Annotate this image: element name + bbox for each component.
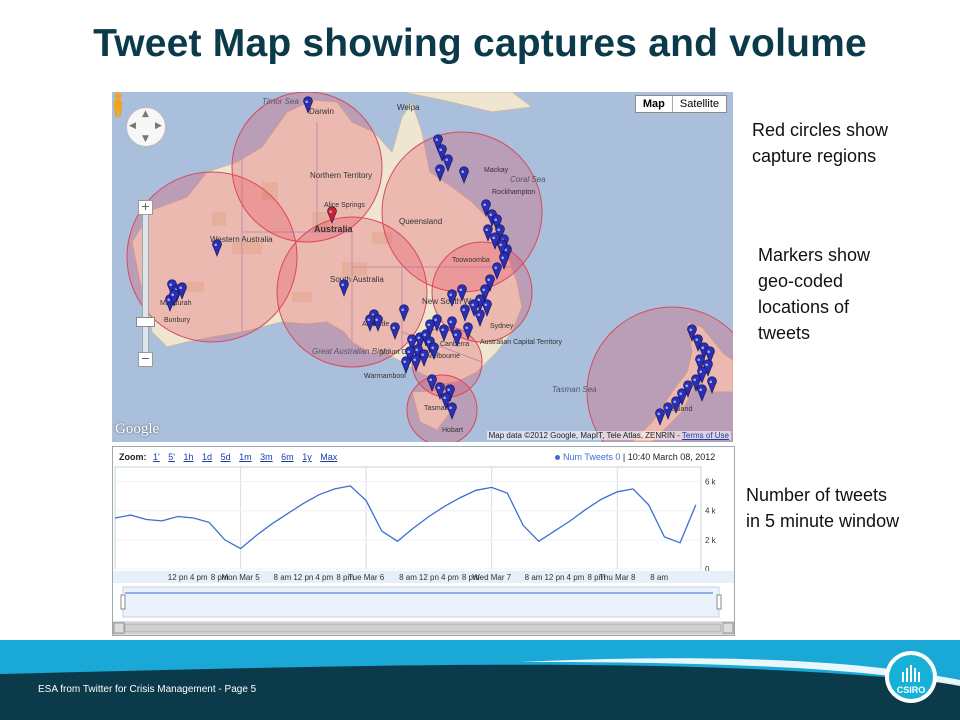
google-logo: Google — [115, 421, 160, 437]
zoom-option-1min[interactable]: 1' — [153, 452, 160, 462]
x-tick-label: Mon Mar 5 — [221, 573, 260, 582]
series-dot-icon — [555, 455, 560, 461]
map-attribution: Map data ©2012 Google, MapIT, Tele Atlas… — [486, 431, 731, 440]
map-canvas[interactable]: Timor Sea Darwin Weipa Northern Territor… — [112, 92, 733, 442]
x-tick-label: 4 pm — [315, 573, 333, 582]
plot-area — [114, 466, 702, 570]
x-tick-label: 8 am — [650, 573, 668, 582]
x-tick-label: Thu Mar 8 — [599, 573, 636, 582]
label-south-australia: South Australia — [330, 275, 384, 284]
zoom-option-1y[interactable]: 1y — [302, 452, 312, 462]
zoom-option-max[interactable]: Max — [320, 452, 337, 462]
zoom-slider-knob[interactable] — [136, 317, 155, 327]
scroll-thumb[interactable] — [124, 623, 722, 633]
x-tick-label: 8 am — [399, 573, 417, 582]
zoom-option-1h[interactable]: 1h — [184, 452, 194, 462]
pan-up-icon[interactable]: ▲ — [142, 109, 149, 119]
label-rockhampton: Rockhampton — [492, 189, 535, 196]
zoom-out-button[interactable]: − — [138, 352, 153, 367]
label-hobart: Hobart — [442, 427, 463, 434]
zoom-option-3m[interactable]: 3m — [260, 452, 273, 462]
note-markers: Markers show geo-coded locations of twee… — [758, 245, 871, 343]
zoom-in-button[interactable]: + — [138, 200, 153, 215]
pan-right-icon[interactable]: ▶ — [155, 121, 162, 131]
label-darwin: Darwin — [309, 107, 334, 116]
label-warrnambool: Warrnambool — [364, 373, 406, 380]
chart-canvas[interactable]: 6 k4 k2 k012 pn 4 pm 8 pmMon Mar 58 am 12 p… — [113, 447, 734, 635]
chart-zoom-bar: Zoom: 1' 5' 1h 1d 5d 1m 3m 6m 1y Max — [119, 452, 343, 462]
series-current-value: 0 — [615, 452, 621, 462]
x-tick-label: 4 pm — [567, 573, 585, 582]
navigator-handle-right — [716, 594, 722, 610]
zoom-option-6m[interactable]: 6m — [281, 452, 294, 462]
pan-control[interactable]: ▲ ▼ ◀ ▶ — [126, 107, 166, 147]
x-tick-label: 12 pn — [544, 573, 564, 582]
zoom-label: Zoom: — [119, 452, 147, 462]
x-tick-label: 12 pn — [168, 573, 188, 582]
label-canberra: Canberra — [440, 341, 469, 348]
zoom-option-1d[interactable]: 1d — [202, 452, 212, 462]
y-tick-label: 4 k — [705, 507, 717, 516]
y-tick-label: 2 k — [705, 536, 717, 545]
tweet-volume-chart[interactable]: 6 k4 k2 k 0 12 pn 4 pm 8 pm Mon Mar 58 am 12 p… — [112, 446, 735, 636]
x-tick-label: 4 pm — [441, 573, 459, 582]
label-sydney: Sydney — [490, 323, 514, 330]
note-capture-regions: Red circles show capture regions — [752, 120, 889, 166]
x-tick-label: Tue Mar 6 — [348, 573, 385, 582]
label-queensland: Queensland — [399, 217, 442, 226]
x-tick-label: 8 am — [525, 573, 543, 582]
y-tick-label: 6 k — [705, 478, 717, 487]
series-name: Num Tweets — [563, 452, 613, 462]
label-great-australian-bight: Great Australian Bight — [312, 347, 391, 356]
pan-left-icon[interactable]: ◀ — [129, 121, 136, 131]
csiro-logo: CSIRO — [885, 651, 937, 703]
label-act: Australian Capital Territory — [480, 339, 562, 346]
scroll-right-button[interactable] — [722, 622, 734, 634]
pan-down-icon[interactable]: ▼ — [142, 134, 149, 144]
map-type-control[interactable]: Map Satellite — [634, 95, 727, 113]
label-bunbury: Bunbury — [164, 317, 191, 324]
map-type-map-button[interactable]: Map — [636, 96, 673, 112]
x-tick-label: 4 pm — [190, 573, 208, 582]
label-mackay: Mackay — [484, 167, 509, 174]
label-timor-sea: Timor Sea — [262, 97, 299, 106]
navigator-area — [122, 586, 720, 618]
csiro-logo-icon — [902, 665, 920, 682]
zoom-option-5min[interactable]: 5' — [168, 452, 175, 462]
x-tick-label: 12 pn — [419, 573, 439, 582]
navigator-handle-left — [120, 594, 126, 610]
label-tasman-sea: Tasman Sea — [552, 385, 597, 394]
attribution-text: Map data ©2012 Google, MapIT, Tele Atlas… — [488, 431, 682, 440]
label-toowoomba: Toowoomba — [452, 257, 490, 264]
street-view-pegman-icon[interactable] — [112, 92, 124, 118]
x-tick-label: Wed Mar 7 — [472, 573, 512, 582]
chart-legend: Num Tweets 0 | 10:40 March 08, 2012 — [555, 452, 715, 462]
footer-band — [0, 640, 960, 720]
slide-title: Tweet Map showing captures and volume — [93, 22, 867, 65]
footer-text: ESA from Twitter for Crisis Management -… — [38, 684, 257, 695]
scroll-left-button[interactable] — [113, 622, 125, 634]
csiro-logo-text: CSIRO — [896, 685, 926, 695]
tweet-map[interactable]: Timor Sea Darwin Weipa Northern Territor… — [112, 92, 733, 442]
label-australia: Australia — [314, 224, 354, 234]
label-northern-territory: Northern Territory — [310, 171, 372, 180]
zoom-option-1m[interactable]: 1m — [239, 452, 252, 462]
terms-of-use-link[interactable]: Terms of Use — [682, 431, 729, 440]
zoom-option-5d[interactable]: 5d — [221, 452, 231, 462]
x-tick-label: 8 am — [274, 573, 292, 582]
zoom-slider-track[interactable] — [142, 214, 149, 354]
label-weipa: Weipa — [397, 103, 420, 112]
x-tick-label: 12 pn — [293, 573, 313, 582]
chart-timestamp: 10:40 March 08, 2012 — [627, 452, 716, 462]
note-tweet-volume: Number of tweets in 5 minute window — [746, 485, 900, 531]
label-coral-sea: Coral Sea — [510, 175, 546, 184]
map-type-satellite-button[interactable]: Satellite — [673, 96, 726, 112]
